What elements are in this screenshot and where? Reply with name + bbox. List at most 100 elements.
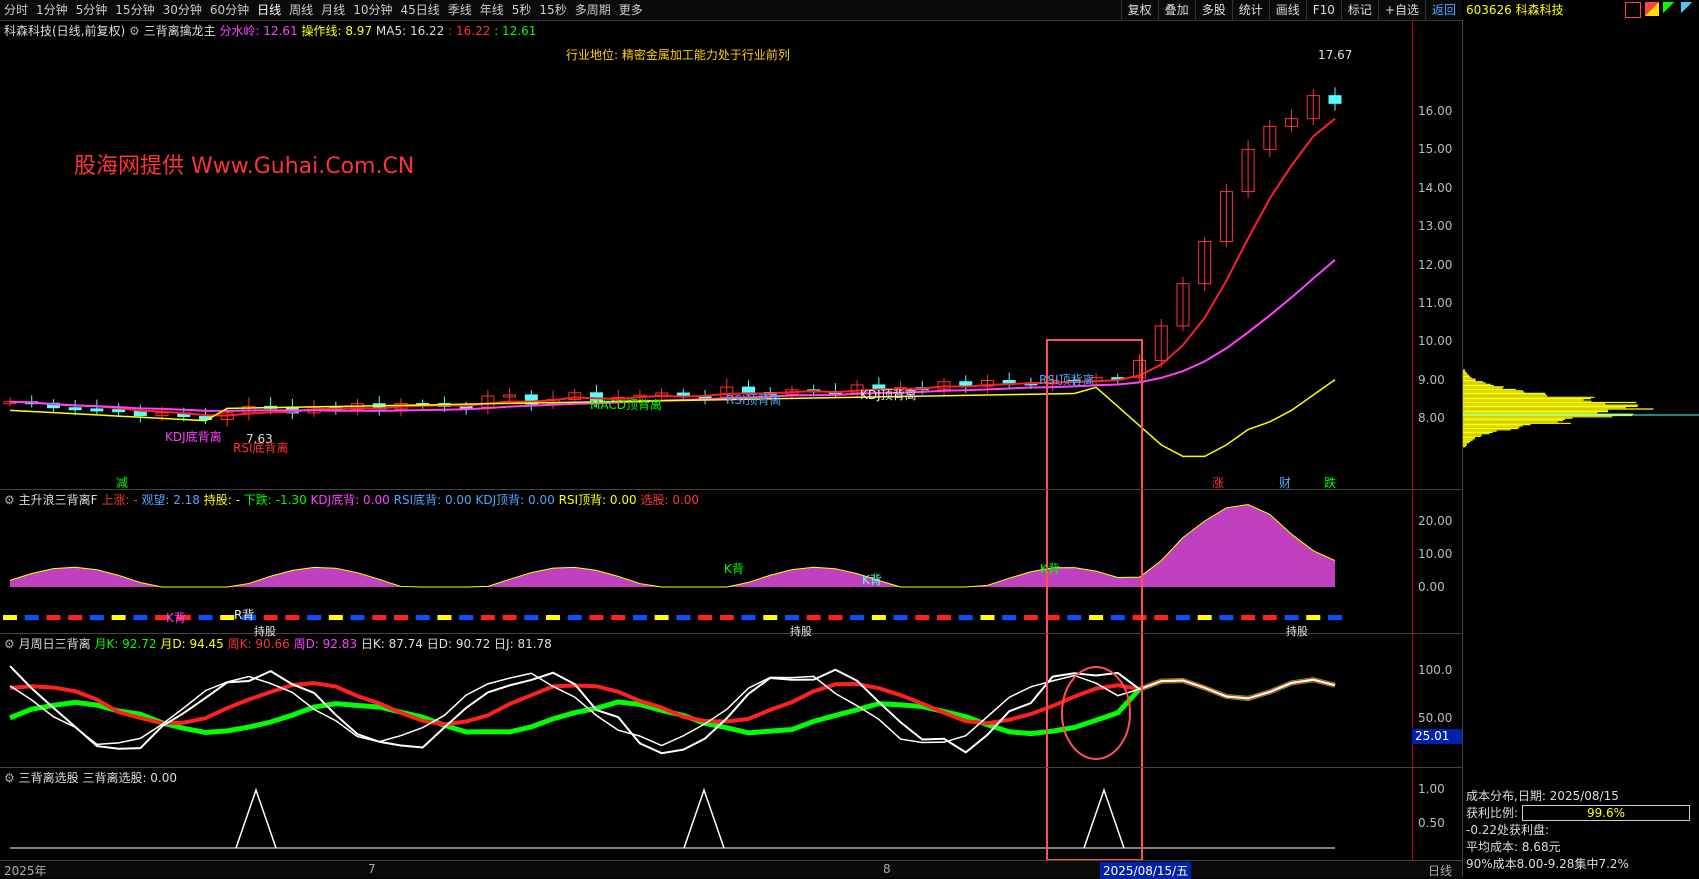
gear-icon[interactable]: ⚙ bbox=[129, 24, 140, 38]
period-tab-1[interactable]: 1分钟 bbox=[32, 0, 72, 20]
panel2-line bbox=[9, 503, 1336, 588]
status-strip-cell bbox=[958, 615, 973, 620]
period-tab-8[interactable]: 月线 bbox=[317, 0, 349, 20]
fen-shui-ling-line bbox=[9, 259, 1336, 412]
candle-body bbox=[1002, 380, 1016, 384]
status-strip-cell bbox=[915, 615, 930, 620]
x-axis-bar: 2025年 7 8 2025/08/15/五 日线 bbox=[0, 860, 1462, 879]
period-tab-7[interactable]: 周线 bbox=[285, 0, 317, 20]
main-title: 科森科技(日线,前复权) bbox=[4, 24, 126, 38]
status-strip-cell bbox=[763, 615, 778, 620]
status-strip-cell bbox=[89, 615, 104, 620]
status-strip-cell bbox=[719, 615, 734, 620]
main-ytick-7: 9.00 bbox=[1418, 372, 1445, 387]
k-bei-tag-2: K背 bbox=[862, 573, 882, 587]
period-tab-16[interactable]: 更多 bbox=[615, 0, 647, 20]
p4-ytick-1: 0.50 bbox=[1418, 816, 1445, 830]
p2-ytick-0: 20.00 bbox=[1418, 514, 1453, 528]
candle-body bbox=[133, 410, 147, 417]
status-strip-cell bbox=[937, 615, 952, 620]
status-strip-cell bbox=[437, 615, 452, 620]
pointer-icon[interactable] bbox=[1681, 2, 1695, 16]
toolbar-button-6[interactable]: 标记 bbox=[1340, 0, 1378, 20]
main-indicator-name: 三背离擒龙主 bbox=[143, 24, 216, 38]
period-tab-2[interactable]: 5分钟 bbox=[72, 0, 112, 20]
status-strip-cell bbox=[1306, 615, 1321, 620]
pen-icon[interactable] bbox=[1663, 2, 1677, 16]
toolbar-button-0[interactable]: 复权 bbox=[1120, 0, 1158, 20]
toolbar-button-5[interactable]: F10 bbox=[1305, 0, 1341, 20]
status-strip-cell bbox=[350, 615, 365, 620]
panel4-graphics bbox=[10, 787, 1335, 849]
main-ytick-4: 12.00 bbox=[1418, 257, 1453, 272]
toolbar-button-2[interactable]: 多股 bbox=[1194, 0, 1232, 20]
cao-zuo-xian: 操作线: 8.97 bbox=[301, 24, 373, 38]
status-strip-cell bbox=[741, 615, 756, 620]
panel2-shang-zhang: 上涨: - bbox=[101, 493, 138, 507]
panel2-guan-wang: 观望: 2.18 bbox=[141, 493, 200, 507]
period-tab-12[interactable]: 年线 bbox=[476, 0, 508, 20]
status-strip-cell bbox=[459, 615, 474, 620]
panel4-value: 三背离选股: 0.00 bbox=[82, 771, 178, 785]
status-strip-cell bbox=[263, 615, 278, 620]
status-strip-cell bbox=[806, 615, 821, 620]
period-tab-15[interactable]: 多周期 bbox=[571, 0, 615, 20]
fen-shui-ling: 分水岭: 12.61 bbox=[219, 24, 298, 38]
gear-icon[interactable]: ⚙ bbox=[4, 493, 15, 507]
status-strip-cell bbox=[1110, 615, 1125, 620]
period-tab-13[interactable]: 5秒 bbox=[508, 0, 536, 20]
p2-ytick-1: 10.00 bbox=[1418, 547, 1453, 561]
panel3-name: 月周日三背离 bbox=[18, 637, 91, 651]
main-ytick-8: 8.00 bbox=[1418, 411, 1445, 425]
panel2-area bbox=[10, 504, 1335, 587]
toolbar-button-4[interactable]: 画线 bbox=[1268, 0, 1306, 20]
r-bei-tag: R背 bbox=[234, 608, 255, 622]
gear-icon[interactable]: ⚙ bbox=[4, 637, 15, 651]
period-tab-9[interactable]: 10分钟 bbox=[349, 0, 396, 20]
status-strip-cell bbox=[524, 615, 539, 620]
status-strip-cell bbox=[68, 615, 83, 620]
watermark: 股海网提供 Www.Guhai.Com.CN bbox=[74, 154, 415, 179]
panel2-kdj-ding: KDJ顶背: 0.00 bbox=[475, 493, 555, 507]
x-label-8: 8 bbox=[883, 862, 891, 876]
gear-icon[interactable]: ⚙ bbox=[4, 771, 15, 785]
status-strip-cell bbox=[828, 615, 843, 620]
rsi-top-label-2: RSI顶背离 bbox=[1039, 373, 1095, 387]
period-tab-3[interactable]: 15分钟 bbox=[111, 0, 158, 20]
panel-separator-3 bbox=[0, 767, 1462, 768]
panel3-title: ⚙ 月周日三背离 月K: 92.72 月D: 94.45 周K: 90.66 周… bbox=[4, 635, 552, 652]
chi-gu-tag-2: 持股 bbox=[790, 625, 812, 638]
period-tab-14[interactable]: 15秒 bbox=[535, 0, 570, 20]
status-strip-cell bbox=[1132, 615, 1147, 620]
period-tab-10[interactable]: 45日线 bbox=[396, 0, 443, 20]
toolbar-button-1[interactable]: 叠加 bbox=[1157, 0, 1195, 20]
status-strip-cell bbox=[871, 615, 886, 620]
period-tab-5[interactable]: 60分钟 bbox=[206, 0, 253, 20]
status-strip-cell bbox=[611, 615, 626, 620]
status-strip-cell bbox=[24, 615, 39, 620]
toolbar-button-8[interactable]: 返回 bbox=[1424, 0, 1462, 20]
toolbar-button-7[interactable]: +自选 bbox=[1377, 0, 1425, 20]
panel3-ri-k: 日K: 87.74 bbox=[360, 637, 423, 651]
rsi-top-label-1: RSI顶背离 bbox=[726, 393, 782, 407]
panel-separator-1 bbox=[0, 489, 1462, 490]
cost-title: 成本分布,日期: 2025/08/15 bbox=[1466, 789, 1619, 803]
p2-ytick-2: 0.00 bbox=[1418, 580, 1445, 594]
flag-icon[interactable] bbox=[1645, 2, 1659, 16]
panel2-rsi-di: RSI底背: 0.00 bbox=[393, 493, 472, 507]
chart-icon[interactable] bbox=[1625, 2, 1641, 18]
status-strip-cell bbox=[1241, 615, 1256, 620]
period-tab-0[interactable]: 分时 bbox=[0, 0, 32, 20]
status-strip-cell bbox=[133, 615, 148, 620]
high-price-label: 17.67 bbox=[1318, 48, 1353, 62]
panel2-xuan-gu: 选股: 0.00 bbox=[640, 493, 700, 507]
period-toolbar: 分时 1分钟 5分钟 15分钟 30分钟 60分钟 日线 周线 月线 10分钟 45日线 季线 年线 5秒… bbox=[0, 0, 1462, 21]
panel3-yue-d: 月D: 94.45 bbox=[160, 637, 224, 651]
xuan-gu-spike-2 bbox=[1083, 787, 1125, 849]
toolbar-button-3[interactable]: 统计 bbox=[1231, 0, 1269, 20]
period-tab-11[interactable]: 季线 bbox=[444, 0, 476, 20]
status-strip-cell bbox=[46, 615, 61, 620]
period-tab-4[interactable]: 30分钟 bbox=[159, 0, 206, 20]
period-tab-6[interactable]: 日线 bbox=[253, 0, 285, 20]
period-label[interactable]: 日线 bbox=[1428, 862, 1452, 879]
